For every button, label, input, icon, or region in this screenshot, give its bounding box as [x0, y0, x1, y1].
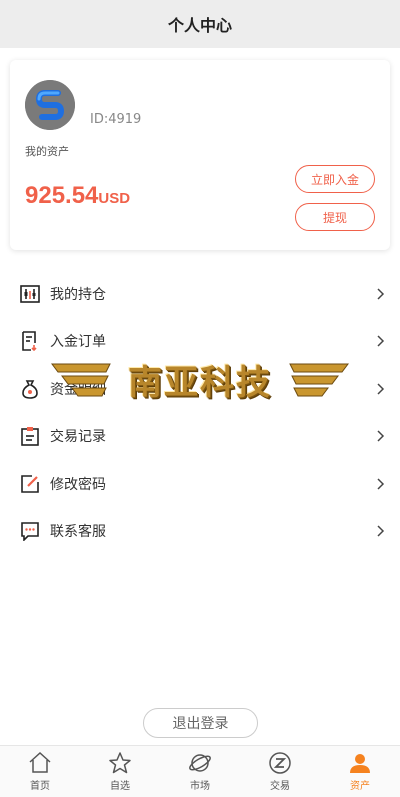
planet-icon: [189, 754, 211, 772]
menu-item-label: 修改密码: [50, 476, 106, 493]
star-icon: [109, 752, 131, 774]
menu-item-trade-records[interactable]: 交易记录: [0, 413, 400, 461]
chevron-right-icon: [377, 430, 385, 442]
tab-label: 交易: [270, 781, 290, 792]
menu-item-deposit-orders[interactable]: 入金订单: [0, 318, 400, 366]
chevron-right-icon: [377, 478, 385, 490]
menu-item-customer-service[interactable]: 联系客服: [0, 508, 400, 556]
asset-card: ID:4919 我的资产 925.54USD 立即入金 提现: [10, 60, 390, 250]
tab-trade[interactable]: 交易: [240, 746, 320, 797]
money-bag-icon: [20, 379, 40, 399]
asset-label: 我的资产: [25, 145, 69, 158]
chevron-right-icon: [377, 383, 385, 395]
balance-currency: USD: [98, 190, 131, 207]
user-icon: [350, 754, 370, 773]
menu-item-label: 交易记录: [50, 429, 106, 446]
deposit-button[interactable]: 立即入金: [295, 165, 375, 193]
order-icon: [20, 331, 40, 352]
home-icon: [29, 751, 51, 773]
tab-label: 自选: [110, 781, 130, 792]
avatar[interactable]: [25, 80, 75, 130]
menu-item-change-password[interactable]: 修改密码: [0, 460, 400, 508]
balance-value: 925.54: [25, 182, 99, 209]
chevron-right-icon: [377, 335, 385, 347]
page-header: 个人中心: [0, 0, 400, 48]
chat-icon: [20, 521, 40, 542]
clipboard-icon: [20, 426, 40, 447]
withdraw-button[interactable]: 提现: [295, 203, 375, 231]
bottom-tab-bar: 首页 自选 市场 交易 资产: [0, 745, 400, 797]
balance: 925.54USD: [25, 182, 130, 210]
menu-item-holdings[interactable]: 我的持仓: [0, 270, 400, 318]
menu-list: 我的持仓 入金订单 资金明细 交易记录 修改密码 联系客服: [0, 270, 400, 555]
tab-home[interactable]: 首页: [0, 746, 80, 797]
trade-icon: [269, 752, 291, 774]
tab-label: 首页: [30, 781, 50, 792]
menu-item-label: 联系客服: [50, 524, 106, 541]
edit-icon: [20, 474, 40, 494]
tab-assets[interactable]: 资产: [320, 746, 400, 797]
avatar-logo-icon: [25, 80, 75, 130]
menu-item-label: 入金订单: [50, 334, 106, 351]
menu-item-fund-details[interactable]: 资金明细: [0, 365, 400, 413]
chevron-right-icon: [377, 525, 385, 537]
tab-label: 市场: [190, 781, 210, 792]
logout-button[interactable]: 退出登录: [143, 708, 258, 738]
tab-market[interactable]: 市场: [160, 746, 240, 797]
tab-watchlist[interactable]: 自选: [80, 746, 160, 797]
menu-item-label: 我的持仓: [50, 286, 106, 303]
holdings-icon: [20, 284, 40, 304]
tab-label: 资产: [350, 781, 370, 792]
chevron-right-icon: [377, 288, 385, 300]
user-id: ID:4919: [90, 112, 142, 127]
page-title: 个人中心: [167, 16, 232, 35]
menu-item-label: 资金明细: [50, 381, 106, 398]
